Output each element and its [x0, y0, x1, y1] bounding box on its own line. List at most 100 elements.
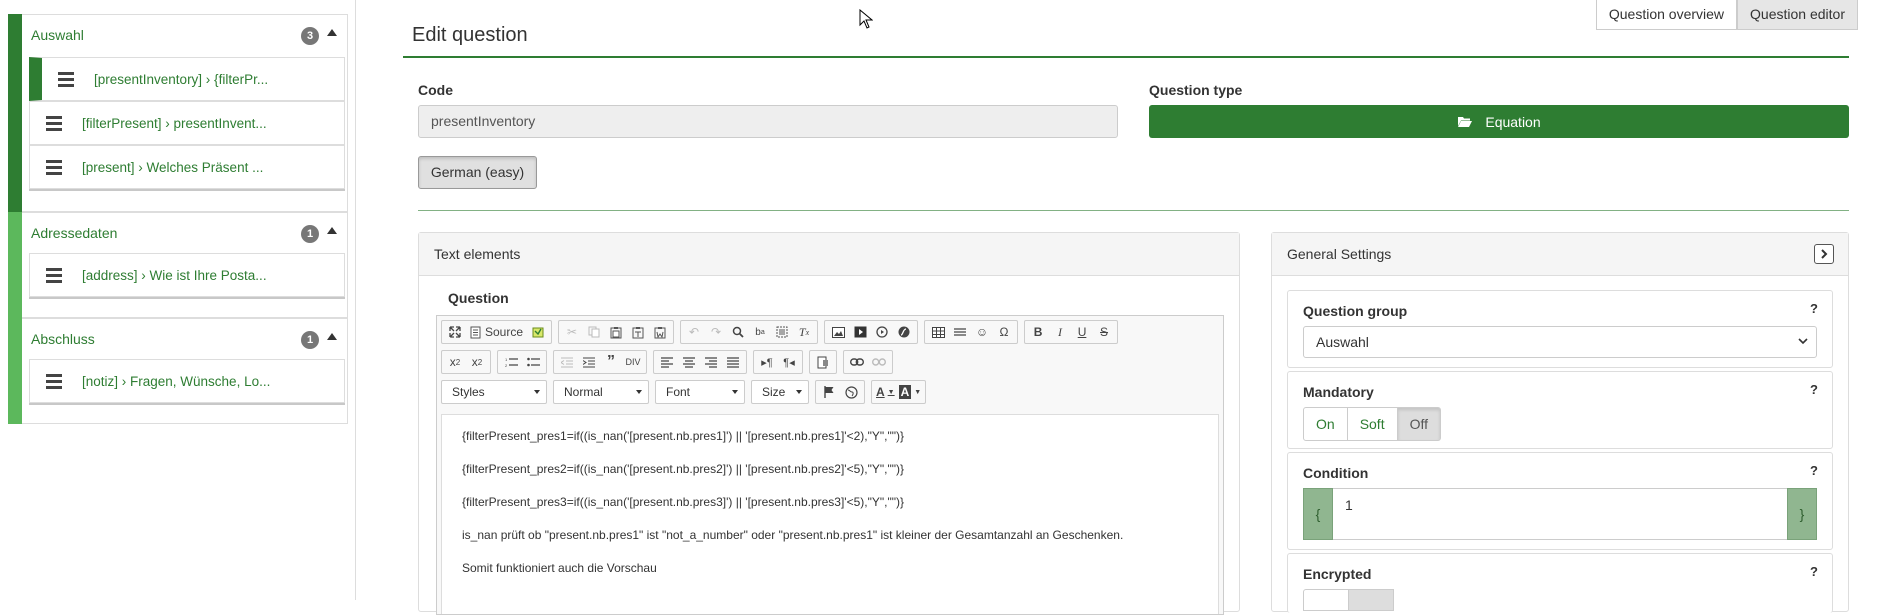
question-item-address[interactable]: [address] › Wie ist Ihre Posta...: [29, 253, 345, 297]
editor-content-area[interactable]: {filterPresent_pres1=if((is_nan('[presen…: [441, 414, 1219, 614]
superscript-icon[interactable]: x2: [466, 351, 488, 373]
chevron-up-icon[interactable]: [327, 333, 337, 340]
size-dropdown[interactable]: Size: [751, 380, 809, 404]
horizontal-rule-icon[interactable]: [949, 321, 971, 343]
video-icon[interactable]: [849, 321, 871, 343]
div-container-icon[interactable]: DIV: [622, 351, 644, 373]
group-title[interactable]: Auswahl: [31, 27, 84, 43]
template-icon[interactable]: [527, 321, 549, 343]
question-type-button[interactable]: Equation: [1149, 105, 1849, 138]
drag-handle-icon[interactable]: [46, 113, 62, 134]
group-title[interactable]: Abschluss: [31, 331, 95, 347]
encrypted-on-button[interactable]: [1303, 589, 1349, 611]
font-dropdown[interactable]: Font: [655, 380, 745, 404]
group-header[interactable]: Adressedaten: [31, 213, 347, 253]
maximize-icon[interactable]: [444, 321, 466, 343]
chevron-up-icon[interactable]: [327, 227, 337, 234]
mandatory-soft-button[interactable]: Soft: [1346, 407, 1398, 441]
bulleted-list-icon[interactable]: [522, 351, 544, 373]
table-icon[interactable]: [927, 321, 949, 343]
cut-icon[interactable]: ✂: [561, 321, 583, 343]
collapse-panel-button[interactable]: [1814, 244, 1834, 264]
question-item-present[interactable]: [present] › Welches Präsent ...: [29, 145, 345, 189]
source-button[interactable]: Source: [466, 321, 527, 343]
subscript-icon[interactable]: x2: [444, 351, 466, 373]
special-char-icon[interactable]: Ω: [993, 321, 1015, 343]
indent-icon[interactable]: [578, 351, 600, 373]
unlink-icon[interactable]: [868, 351, 890, 373]
text-ltr-icon[interactable]: ▸¶: [756, 351, 778, 373]
language-icon[interactable]: [812, 351, 834, 373]
select-all-icon[interactable]: [771, 321, 793, 343]
copy-icon[interactable]: [583, 321, 605, 343]
help-icon[interactable]: ?: [1810, 564, 1818, 579]
background-color-icon[interactable]: A ▼: [897, 381, 924, 403]
image-icon[interactable]: [827, 321, 849, 343]
paste-text-icon[interactable]: [627, 321, 649, 343]
text-rtl-icon[interactable]: ¶◂: [778, 351, 800, 373]
strikethrough-icon[interactable]: S: [1093, 321, 1115, 343]
question-item-label[interactable]: [address] › Wie ist Ihre Posta...: [82, 268, 267, 283]
group-title[interactable]: Adressedaten: [31, 225, 117, 241]
question-item-label[interactable]: [presentInventory] › {filterPr...: [94, 72, 268, 87]
mandatory-on-button[interactable]: On: [1303, 407, 1348, 441]
sidebar-divider[interactable]: [355, 0, 356, 600]
paste-word-icon[interactable]: [649, 321, 671, 343]
tab-question-overview[interactable]: Question overview: [1595, 0, 1738, 30]
tab-question-editor[interactable]: Question editor: [1737, 0, 1858, 30]
help-icon[interactable]: ?: [1810, 301, 1818, 316]
help-icon[interactable]: ?: [1810, 382, 1818, 397]
format-dropdown[interactable]: Normal: [553, 380, 649, 404]
globe-icon[interactable]: [840, 381, 862, 403]
drag-handle-icon[interactable]: [46, 371, 62, 392]
align-center-icon[interactable]: [678, 351, 700, 373]
code-field[interactable]: presentInventory: [418, 105, 1118, 138]
mandatory-label: Mandatory: [1303, 384, 1374, 400]
drag-handle-icon[interactable]: [46, 265, 62, 286]
encrypted-off-button[interactable]: [1348, 589, 1394, 611]
question-group-select[interactable]: Auswahl: [1303, 326, 1817, 358]
toolbar-group-editing: ↶ ↷ ba Tx: [680, 320, 819, 344]
replace-icon[interactable]: ba: [749, 321, 771, 343]
condition-textarea[interactable]: 1: [1333, 488, 1787, 540]
flash-icon[interactable]: [893, 321, 915, 343]
remove-format-icon[interactable]: Tx: [793, 321, 815, 343]
blockquote-icon[interactable]: ”: [600, 351, 622, 373]
redo-icon[interactable]: ↷: [705, 321, 727, 343]
group-header[interactable]: Auswahl: [31, 15, 347, 55]
italic-icon[interactable]: I: [1049, 321, 1071, 343]
group-header[interactable]: Abschluss: [31, 319, 347, 359]
find-icon[interactable]: [727, 321, 749, 343]
question-item-notiz[interactable]: [notiz] › Fragen, Wünsche, Lo...: [29, 359, 345, 403]
toolbar-group-lists: 12: [497, 350, 547, 374]
bold-icon[interactable]: B: [1027, 321, 1049, 343]
help-icon[interactable]: ?: [1810, 463, 1818, 478]
link-icon[interactable]: [846, 351, 868, 373]
flag-icon[interactable]: [818, 381, 840, 403]
align-right-icon[interactable]: [700, 351, 722, 373]
outdent-icon[interactable]: [556, 351, 578, 373]
numbered-list-icon[interactable]: 12: [500, 351, 522, 373]
question-item-label[interactable]: [filterPresent] › presentInvent...: [82, 116, 267, 131]
question-item-label[interactable]: [notiz] › Fragen, Wünsche, Lo...: [82, 374, 270, 389]
text-color-icon[interactable]: A ▼: [874, 381, 897, 403]
mandatory-off-button[interactable]: Off: [1396, 407, 1442, 441]
question-item-label[interactable]: [present] › Welches Präsent ...: [82, 160, 263, 175]
paste-icon[interactable]: [605, 321, 627, 343]
smiley-icon[interactable]: ☺: [971, 321, 993, 343]
styles-dropdown[interactable]: Styles: [441, 380, 547, 404]
dropdown-arrow-icon: [732, 390, 738, 394]
align-justify-icon[interactable]: [722, 351, 744, 373]
chevron-up-icon[interactable]: [327, 29, 337, 36]
undo-icon[interactable]: ↶: [683, 321, 705, 343]
drag-handle-icon[interactable]: [58, 69, 74, 90]
question-item-presentinventory[interactable]: [presentInventory] › {filterPr...: [29, 57, 345, 101]
dropdown-arrow-icon: [636, 390, 642, 394]
drag-handle-icon[interactable]: [46, 157, 62, 178]
align-left-icon[interactable]: [656, 351, 678, 373]
source-icon: [470, 326, 481, 338]
underline-icon[interactable]: U: [1071, 321, 1093, 343]
play-icon[interactable]: [871, 321, 893, 343]
language-tab-german-easy[interactable]: German (easy): [418, 156, 537, 189]
question-item-filterpresent[interactable]: [filterPresent] › presentInvent...: [29, 101, 345, 145]
